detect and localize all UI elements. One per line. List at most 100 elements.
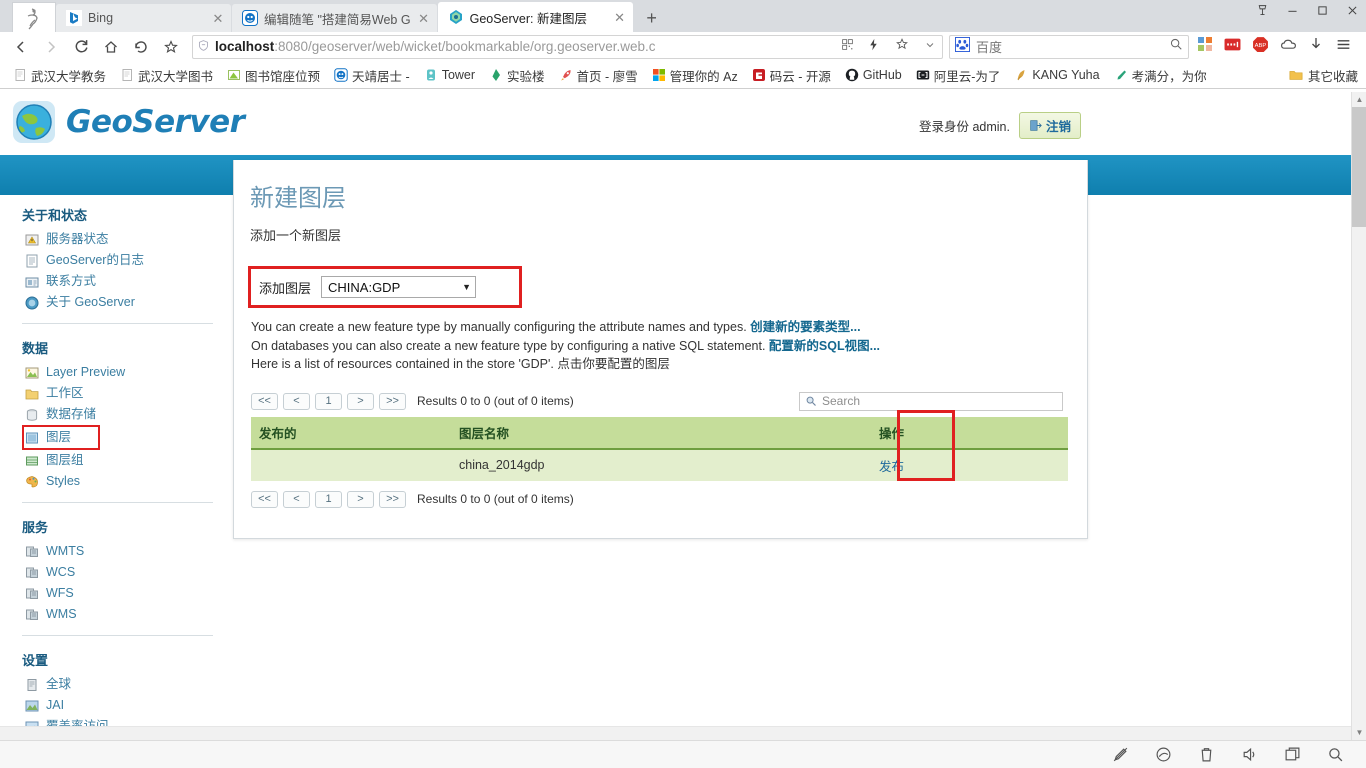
bookmark-label: 图书馆座位预 bbox=[245, 69, 321, 84]
pager-next-button-bottom[interactable]: > bbox=[347, 490, 374, 508]
pager-top: << < 1 > >> Results 0 to 0 (out of 0 ite… bbox=[251, 391, 1065, 411]
cell-published bbox=[251, 448, 451, 481]
sidebar-item-1-3[interactable]: 图层 bbox=[22, 425, 100, 450]
table-search-box[interactable]: Search bbox=[799, 391, 1063, 411]
chevron-down-icon[interactable] bbox=[924, 38, 936, 56]
bookmark-item-11[interactable]: KANG Yuha bbox=[1007, 64, 1106, 86]
sidebar-item-1-4[interactable]: 图层组 bbox=[22, 450, 225, 471]
maximize-button[interactable] bbox=[1314, 4, 1330, 20]
minimize-button[interactable] bbox=[1284, 4, 1300, 20]
volume-icon[interactable] bbox=[1241, 746, 1258, 763]
column-header-action[interactable]: 操作 bbox=[871, 416, 941, 450]
sidebar-item-0-2[interactable]: 联系方式 bbox=[22, 271, 225, 292]
column-header-published[interactable]: 发布的 bbox=[251, 416, 451, 450]
close-button[interactable] bbox=[1344, 4, 1360, 20]
pager-last-button[interactable]: >> bbox=[379, 392, 406, 410]
home-button[interactable] bbox=[96, 34, 126, 60]
page-horizontal-scrollbar[interactable] bbox=[0, 726, 1351, 740]
publish-link[interactable]: 发布 bbox=[879, 460, 904, 474]
sidebar-item-1-2[interactable]: 数据存储 bbox=[22, 404, 225, 425]
geoserver-logo[interactable]: GeoServer bbox=[10, 98, 245, 146]
browser-tab-2[interactable]: GeoServer: 新建图层 ✕ bbox=[437, 2, 633, 32]
bookmark-item-7[interactable]: 管理你的 Az bbox=[645, 64, 745, 86]
back-button[interactable] bbox=[6, 34, 36, 60]
bookmark-button[interactable] bbox=[156, 34, 186, 60]
menu-icon[interactable] bbox=[1335, 36, 1352, 58]
bookmark-label: 武汉大学教务 bbox=[31, 69, 107, 84]
pager-next-button[interactable]: > bbox=[347, 392, 374, 410]
sidebar-item-2-0[interactable]: WMTS bbox=[22, 541, 225, 562]
pager-last-button-bottom[interactable]: >> bbox=[379, 490, 406, 508]
layers-icon bbox=[26, 432, 38, 443]
bookmark-item-9[interactable]: GitHub bbox=[838, 64, 909, 86]
bookmark-item-2[interactable]: 图书馆座位预 bbox=[220, 64, 327, 86]
configure-sql-view-link[interactable]: 配置新的SQL视图... bbox=[769, 339, 880, 353]
scroll-down-arrow[interactable]: ▼ bbox=[1352, 725, 1366, 740]
sidebar-item-3-1[interactable]: JAI bbox=[22, 695, 225, 716]
pager-page-button-bottom[interactable]: 1 bbox=[315, 490, 342, 508]
sidebar-item-1-0[interactable]: Layer Preview bbox=[22, 362, 225, 383]
download-icon[interactable] bbox=[1308, 36, 1324, 57]
sidebar-item-0-0[interactable]: 服务器状态 bbox=[22, 229, 225, 250]
bookmark-item-3[interactable]: 天靖居士 - bbox=[327, 64, 417, 86]
bookmark-item-1[interactable]: 武汉大学图书 bbox=[113, 64, 220, 86]
window-icon[interactable] bbox=[1284, 746, 1301, 763]
bookmark-item-12[interactable]: 考满分，为你 bbox=[1107, 64, 1214, 86]
bookmark-item-8[interactable]: 码云 - 开源 bbox=[745, 64, 838, 86]
reload-button[interactable] bbox=[66, 34, 96, 60]
create-feature-type-link[interactable]: 创建新的要素类型... bbox=[750, 320, 860, 334]
sidebar-item-label: GeoServer的日志 bbox=[46, 253, 144, 267]
adblock-icon[interactable]: ABP bbox=[1252, 36, 1269, 58]
sidebar-item-2-1[interactable]: WCS bbox=[22, 562, 225, 583]
address-bar[interactable]: localhost:8080/geoserver/web/wicket/book… bbox=[192, 34, 943, 59]
apps-grid-icon[interactable] bbox=[1197, 36, 1213, 57]
search-box[interactable]: 百度 bbox=[949, 34, 1189, 59]
pen-icon[interactable] bbox=[1112, 746, 1129, 763]
qr-icon[interactable] bbox=[841, 38, 854, 56]
store-select[interactable]: CHINA:GDP ▼ bbox=[321, 276, 477, 298]
edge-icon[interactable] bbox=[1155, 746, 1172, 763]
search-icon[interactable] bbox=[1169, 37, 1183, 56]
tab-close-icon[interactable]: ✕ bbox=[417, 12, 431, 25]
search-icon[interactable] bbox=[1327, 746, 1344, 763]
trash-icon[interactable] bbox=[1198, 746, 1215, 763]
bookmark-item-10[interactable]: 阿里云-为了 bbox=[909, 64, 1008, 86]
screenshot-icon[interactable] bbox=[1224, 36, 1241, 58]
bookmark-item-5[interactable]: 实验楼 bbox=[482, 64, 552, 86]
other-bookmarks-item[interactable]: 其它收藏 bbox=[1289, 66, 1358, 85]
sidebar-item-0-3[interactable]: 关于 GeoServer bbox=[22, 292, 225, 313]
sidebar-item-1-1[interactable]: 工作区 bbox=[22, 383, 225, 404]
profile-button[interactable] bbox=[12, 2, 56, 32]
forward-button[interactable] bbox=[36, 34, 66, 60]
table-row[interactable]: china_2014gdp 发布 bbox=[251, 448, 1068, 481]
history-button[interactable] bbox=[126, 34, 156, 60]
bookmark-item-0[interactable]: 武汉大学教务 bbox=[6, 64, 113, 86]
sidebar-item-2-3[interactable]: WMS bbox=[22, 604, 225, 625]
tab-close-icon[interactable]: ✕ bbox=[211, 12, 225, 25]
logout-button[interactable]: 注销 bbox=[1018, 112, 1081, 139]
browser-tab-1[interactable]: 编辑随笔 "搭建简易Web G ✕ bbox=[232, 4, 437, 32]
pager-prev-button[interactable]: < bbox=[283, 392, 310, 410]
scroll-up-arrow[interactable]: ▲ bbox=[1352, 92, 1366, 107]
sidebar-item-3-0[interactable]: 全球 bbox=[22, 674, 225, 695]
tab-close-icon[interactable]: ✕ bbox=[613, 11, 627, 24]
scroll-thumb[interactable] bbox=[1352, 107, 1366, 227]
pager-first-button[interactable]: << bbox=[251, 392, 278, 410]
browser-tab-0[interactable]: Bing ✕ bbox=[56, 4, 231, 32]
sidebar-item-1-5[interactable]: Styles bbox=[22, 471, 225, 492]
sidebar-item-0-1[interactable]: GeoServer的日志 bbox=[22, 250, 225, 271]
lightning-icon[interactable] bbox=[867, 38, 880, 56]
cloud-icon[interactable] bbox=[1280, 36, 1297, 58]
pager-prev-button-bottom[interactable]: < bbox=[283, 490, 310, 508]
forward-icon bbox=[48, 40, 56, 53]
page-vertical-scrollbar[interactable]: ▲ ▼ bbox=[1351, 92, 1366, 740]
sidebar-item-2-2[interactable]: WFS bbox=[22, 583, 225, 604]
column-header-layer-name[interactable]: 图层名称 bbox=[451, 416, 871, 450]
pin-icon[interactable] bbox=[1254, 4, 1270, 20]
bookmark-item-6[interactable]: 首页 - 廖雪 bbox=[552, 64, 645, 86]
bookmark-item-4[interactable]: Tower bbox=[417, 64, 482, 86]
pager-page-button[interactable]: 1 bbox=[315, 392, 342, 410]
new-tab-button[interactable]: + bbox=[638, 4, 666, 32]
pager-first-button-bottom[interactable]: << bbox=[251, 490, 278, 508]
favorite-star-icon[interactable] bbox=[895, 37, 909, 56]
